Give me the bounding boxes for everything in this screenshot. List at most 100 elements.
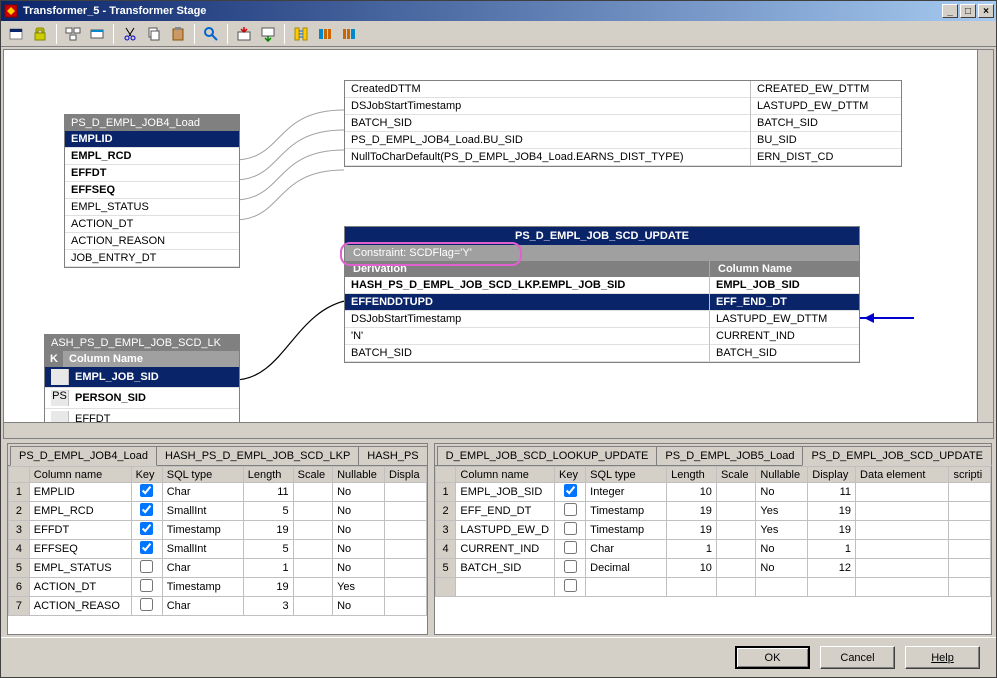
tab[interactable]: PS_D_EMPL_JOB_SCD_UPDATE: [802, 446, 992, 466]
table-row[interactable]: 7ACTION_REASOChar3No: [9, 597, 427, 616]
grid-header[interactable]: Key: [131, 467, 162, 483]
table-row[interactable]: 4EFFSEQSmallInt5No: [9, 540, 427, 559]
grid-header[interactable]: Scale: [293, 467, 332, 483]
input-column[interactable]: EFFSEQ: [65, 182, 239, 199]
table-row[interactable]: [435, 578, 990, 597]
column-auto-match-icon[interactable]: [290, 23, 312, 45]
table-row[interactable]: 2EFF_END_DTTimestamp19Yes19: [435, 502, 990, 521]
show-selected-icon[interactable]: [86, 23, 108, 45]
scd-update-box[interactable]: PS_D_EMPL_JOB_SCD_UPDATE Constraint: SCD…: [344, 226, 860, 363]
ok-button[interactable]: OK: [735, 646, 810, 669]
tab[interactable]: HASH_PS_D_EMPL_JOB_SCD_LKP: [156, 446, 359, 465]
output-mapping-row[interactable]: BATCH_SIDBATCH_SID: [345, 345, 859, 362]
maximize-button[interactable]: □: [960, 4, 976, 18]
canvas-scrollbar-h[interactable]: [4, 422, 993, 438]
derivation-cell[interactable]: DSJobStartTimestamp: [345, 98, 750, 115]
key-checkbox[interactable]: [564, 560, 577, 573]
key-checkbox[interactable]: [140, 522, 153, 535]
grid-header[interactable]: SQL type: [586, 467, 667, 483]
grid-header[interactable]: Column name: [29, 467, 131, 483]
input-column[interactable]: ACTION_DT: [65, 216, 239, 233]
key-checkbox[interactable]: [140, 598, 153, 611]
derivation-cell[interactable]: PS_D_EMPL_JOB4_Load.BU_SID: [345, 132, 750, 149]
table-row[interactable]: 5BATCH_SIDDecimal10No12: [435, 559, 990, 578]
grid-header[interactable]: Key: [555, 467, 586, 483]
input-column[interactable]: JOB_ENTRY_DT: [65, 250, 239, 267]
table-row[interactable]: 4CURRENT_INDChar1No1: [435, 540, 990, 559]
key-checkbox[interactable]: [564, 579, 577, 592]
table-row[interactable]: 1EMPL_JOB_SIDInteger10No11: [435, 483, 990, 502]
derivation-cell[interactable]: NullToCharDefault(PS_D_EMPL_JOB4_Load.EA…: [345, 149, 750, 166]
find-icon[interactable]: [200, 23, 222, 45]
table-row[interactable]: 6ACTION_DTTimestamp19Yes: [9, 578, 427, 597]
grid-header[interactable]: SQL type: [162, 467, 243, 483]
output-column-cell[interactable]: BU_SID: [751, 132, 901, 149]
grid-header[interactable]: Length: [667, 467, 717, 483]
table-row[interactable]: 5EMPL_STATUSChar1No: [9, 559, 427, 578]
titlebar[interactable]: Transformer_5 - Transformer Stage _ □ ×: [1, 1, 996, 21]
output-mapping-row[interactable]: EFFENDDTUPDEFF_END_DT: [345, 294, 859, 311]
tab[interactable]: PS_D_EMPL_JOB5_Load: [656, 446, 803, 465]
left-grid[interactable]: Column nameKeySQL typeLengthScaleNullabl…: [8, 466, 427, 634]
output-column-cell[interactable]: ERN_DIST_CD: [751, 149, 901, 166]
output-mapping-row[interactable]: 'N'CURRENT_IND: [345, 328, 859, 345]
minimize-button[interactable]: _: [942, 4, 958, 18]
output-link-icon[interactable]: [338, 23, 360, 45]
tab[interactable]: D_EMPL_JOB_SCD_LOOKUP_UPDATE: [437, 446, 658, 465]
load-column-icon[interactable]: [233, 23, 255, 45]
save-column-icon[interactable]: [257, 23, 279, 45]
grid-header[interactable]: Display: [808, 467, 856, 483]
key-checkbox[interactable]: [140, 579, 153, 592]
top-output-box[interactable]: CreatedDTTMDSJobStartTimestampBATCH_SIDP…: [344, 80, 902, 167]
derivation-cell[interactable]: CreatedDTTM: [345, 81, 750, 98]
tab[interactable]: PS_D_EMPL_JOB4_Load: [10, 446, 157, 466]
input-column[interactable]: EFFDT: [65, 165, 239, 182]
help-button[interactable]: Help: [905, 646, 980, 669]
key-checkbox[interactable]: [564, 522, 577, 535]
canvas[interactable]: PS_D_EMPL_JOB4_Load EMPLIDEMPL_RCDEFFDTE…: [3, 49, 994, 439]
output-column-cell[interactable]: LASTUPD_EW_DTTM: [751, 98, 901, 115]
input-column[interactable]: EMPL_STATUS: [65, 199, 239, 216]
input-link-box[interactable]: PS_D_EMPL_JOB4_Load EMPLIDEMPL_RCDEFFDTE…: [64, 114, 240, 268]
key-checkbox[interactable]: [140, 503, 153, 516]
output-mapping-row[interactable]: DSJobStartTimestampLASTUPD_EW_DTTM: [345, 311, 859, 328]
right-grid[interactable]: Column nameKeySQL typeLengthScaleNullabl…: [435, 466, 991, 634]
grid-header[interactable]: Nullable: [333, 467, 385, 483]
grid-header[interactable]: Data element: [856, 467, 949, 483]
close-button[interactable]: ×: [978, 4, 994, 18]
tab[interactable]: HASH_PS: [358, 446, 427, 465]
copy-icon[interactable]: [143, 23, 165, 45]
table-row[interactable]: 1EMPLIDChar11No: [9, 483, 427, 502]
key-checkbox[interactable]: [564, 484, 577, 497]
key-checkbox[interactable]: [140, 560, 153, 573]
grid-header[interactable]: scripti: [949, 467, 991, 483]
key-checkbox[interactable]: [140, 484, 153, 497]
grid-header[interactable]: Displa: [385, 467, 427, 483]
lookup-column[interactable]: EMPL_JOB_SID: [45, 367, 239, 388]
input-column[interactable]: EMPL_RCD: [65, 148, 239, 165]
grid-header[interactable]: Scale: [716, 467, 755, 483]
input-column[interactable]: ACTION_REASON: [65, 233, 239, 250]
output-column-cell[interactable]: CREATED_EW_DTTM: [751, 81, 901, 98]
hash-lookup-header[interactable]: ASH_PS_D_EMPL_JOB_SCD_LK: [45, 335, 239, 351]
grid-header[interactable]: Length: [243, 467, 293, 483]
key-checkbox[interactable]: [564, 541, 577, 554]
lookup-column[interactable]: PSPERSON_SID: [45, 388, 239, 409]
derivation-cell[interactable]: BATCH_SID: [345, 115, 750, 132]
table-row[interactable]: 2EMPL_RCDSmallInt5No: [9, 502, 427, 521]
output-mapping-row[interactable]: HASH_PS_D_EMPL_JOB_SCD_LKP.EMPL_JOB_SIDE…: [345, 277, 859, 294]
grid-header[interactable]: Nullable: [756, 467, 808, 483]
input-column[interactable]: EMPLID: [65, 131, 239, 148]
cut-icon[interactable]: [119, 23, 141, 45]
show-all-icon[interactable]: [62, 23, 84, 45]
input-link-icon[interactable]: [314, 23, 336, 45]
paste-icon[interactable]: [167, 23, 189, 45]
key-checkbox[interactable]: [564, 503, 577, 516]
key-checkbox[interactable]: [140, 541, 153, 554]
table-row[interactable]: 3LASTUPD_EW_DTimestamp19Yes19: [435, 521, 990, 540]
constraint-row[interactable]: Constraint: SCDFlag='Y': [345, 245, 859, 261]
table-row[interactable]: 3EFFDTTimestamp19No: [9, 521, 427, 540]
output-column-cell[interactable]: BATCH_SID: [751, 115, 901, 132]
link-header[interactable]: PS_D_EMPL_JOB4_Load: [65, 115, 239, 131]
canvas-scrollbar-v[interactable]: [977, 50, 993, 438]
